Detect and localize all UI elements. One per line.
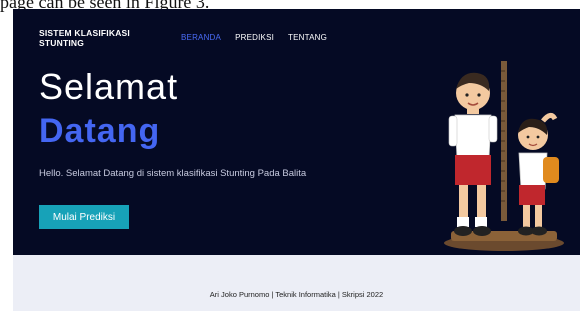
hero-section: SISTEM KLASIFIKASI STUNTING BERANDA PRED… [13,9,580,255]
children-height-illustration-icon [444,61,564,251]
footer-credit-text: Ari Joko Purnomo | Teknik Informatika | … [209,290,384,299]
start-prediction-button[interactable]: Mulai Prediksi [39,205,129,229]
hero-title-line1: Selamat [39,66,179,107]
nav-menu: BERANDA PREDIKSI TENTANG [181,33,327,42]
nav-link-prediksi[interactable]: PREDIKSI [235,33,274,42]
nav-link-beranda[interactable]: BERANDA [181,33,221,42]
nav-link-tentang[interactable]: TENTANG [288,33,327,42]
hero-description: Hello. Selamat Datang di sistem klasifik… [39,168,307,179]
navbar: SISTEM KLASIFIKASI STUNTING BERANDA PRED… [13,9,580,55]
footer: Ari Joko Purnomo | Teknik Informatika | … [13,255,580,311]
hero-title-line2: Datang [39,112,161,150]
brand-logo-text[interactable]: SISTEM KLASIFIKASI STUNTING [39,28,159,48]
